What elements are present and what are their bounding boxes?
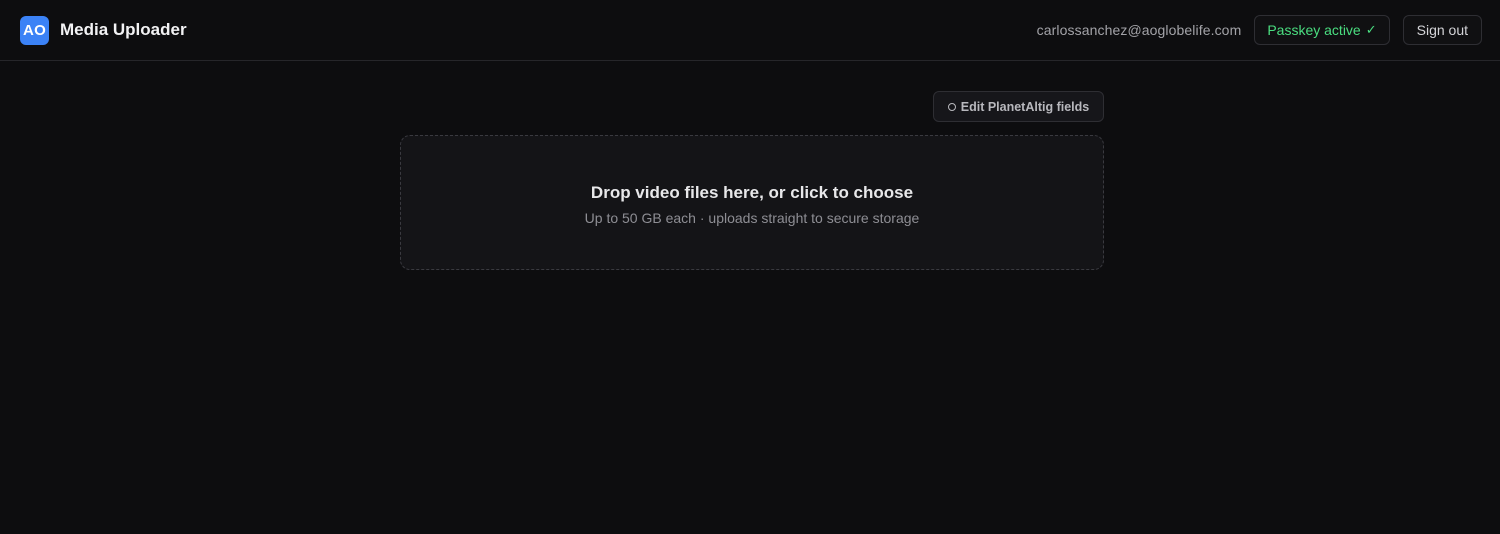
sign-out-button[interactable]: Sign out [1402,15,1482,45]
file-dropzone[interactable]: Drop video files here, or click to choos… [400,135,1104,270]
passkey-label: Passkey active [1267,22,1361,38]
edit-fields-label: Edit PlanetAltig fields [960,99,1090,114]
edit-fields-button[interactable]: Edit PlanetAltig fields [933,91,1104,122]
passkey-status-badge: Passkey active ✓ [1254,15,1390,45]
check-icon: ✓ [1365,22,1377,37]
user-email: carlossanchez@aoglobelife.com [1036,22,1242,38]
app-title: Media Uploader [60,20,187,39]
app-logo: AO [20,15,49,45]
gear-icon [947,102,956,111]
dropzone-title: Drop video files here, or click to choos… [590,183,914,202]
dropzone-subtitle: Up to 50 GB each · uploads straight to s… [584,210,920,226]
app-header: AO Media Uploader carlossanchez@aoglobel… [0,0,1500,61]
